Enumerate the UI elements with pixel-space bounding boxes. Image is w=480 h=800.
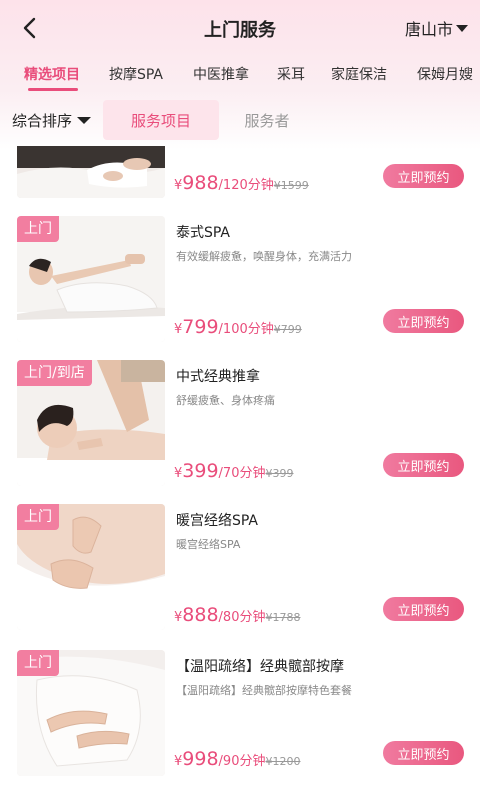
sort-dropdown[interactable]: 综合排序 bbox=[12, 110, 92, 131]
service-type-badge: 上门 bbox=[17, 650, 59, 676]
city-label: 唐山市 bbox=[404, 20, 453, 39]
currency-symbol: ¥ bbox=[174, 754, 183, 769]
price-row: ¥ 399 /70分钟 ¥399 bbox=[174, 460, 293, 482]
service-description: 舒缓疲惫、身体疼痛 bbox=[176, 394, 275, 407]
caret-down-icon bbox=[456, 24, 468, 32]
service-type-badge: 上门 bbox=[17, 504, 59, 530]
original-price: ¥799 bbox=[273, 323, 302, 336]
original-price: ¥1599 bbox=[273, 179, 309, 192]
service-name: 泰式SPA bbox=[176, 225, 231, 241]
book-now-button[interactable]: 立即预约 bbox=[383, 164, 464, 188]
service-image bbox=[17, 146, 165, 198]
service-name: 【温阳疏络】经典髋部按摩 bbox=[176, 659, 344, 675]
top-bar: 上门服务 唐山市 bbox=[0, 0, 480, 56]
price: 888 bbox=[182, 604, 219, 626]
price: 988 bbox=[182, 172, 219, 194]
service-card[interactable]: 上门 泰式SPA 有效缓解疲惫，唤醒身体，充满活力 ¥ 799 /100分钟 ¥… bbox=[0, 216, 480, 352]
segment-services[interactable]: 服务项目 bbox=[103, 100, 219, 140]
currency-symbol: ¥ bbox=[174, 610, 183, 625]
duration: /120分钟 bbox=[218, 178, 274, 193]
service-list: ¥ 988 /120分钟 ¥1599 立即预约 上门 泰式SPA 有效缓解疲惫，… bbox=[0, 146, 480, 800]
currency-symbol: ¥ bbox=[174, 178, 183, 193]
original-price: ¥1788 bbox=[265, 611, 301, 624]
service-description: 【温阳疏络】经典髋部按摩特色套餐 bbox=[176, 684, 352, 697]
tab-house-cleaning[interactable]: 家庭保洁 bbox=[331, 64, 387, 84]
city-selector[interactable]: 唐山市 bbox=[405, 16, 468, 40]
book-now-button[interactable]: 立即预约 bbox=[383, 597, 464, 621]
service-description: 暖宫经络SPA bbox=[176, 538, 241, 551]
original-price: ¥399 bbox=[265, 467, 294, 480]
service-description: 有效缓解疲惫，唤醒身体，充满活力 bbox=[176, 250, 352, 263]
service-name: 暖宫经络SPA bbox=[176, 513, 259, 529]
price-row: ¥ 988 /120分钟 ¥1599 bbox=[174, 172, 309, 194]
price: 399 bbox=[182, 460, 219, 482]
caret-down-icon bbox=[77, 117, 92, 124]
currency-symbol: ¥ bbox=[174, 322, 183, 337]
service-type-badge: 上门/到店 bbox=[17, 360, 92, 386]
book-now-button[interactable]: 立即预约 bbox=[383, 309, 464, 333]
tab-massage-spa[interactable]: 按摩SPA bbox=[109, 64, 163, 84]
back-button[interactable] bbox=[14, 12, 46, 44]
tab-chinese-massage[interactable]: 中医推拿 bbox=[193, 64, 249, 84]
sort-label: 综合排序 bbox=[12, 112, 73, 130]
tab-ear-cleaning[interactable]: 采耳 bbox=[277, 64, 305, 84]
price-row: ¥ 799 /100分钟 ¥799 bbox=[174, 316, 302, 338]
service-card[interactable]: 上门/到店 中式经典推拿 舒缓疲惫、身体疼痛 ¥ 399 /70分钟 ¥399 … bbox=[0, 360, 480, 496]
segment-providers[interactable]: 服务者 bbox=[232, 100, 302, 140]
service-card[interactable]: 上门 【温阳疏络】经典髋部按摩 【温阳疏络】经典髋部按摩特色套餐 ¥ 998 /… bbox=[0, 648, 480, 784]
service-image: 上门 bbox=[17, 650, 165, 776]
chevron-left-icon bbox=[23, 17, 36, 39]
service-image: 上门 bbox=[17, 504, 165, 630]
service-image: 上门/到店 bbox=[17, 360, 165, 486]
currency-symbol: ¥ bbox=[174, 466, 183, 481]
service-name: 中式经典推拿 bbox=[176, 369, 260, 385]
service-card[interactable]: 上门 暖宫经络SPA 暖宫经络SPA ¥ 888 /80分钟 ¥1788 立即预… bbox=[0, 504, 480, 640]
price: 998 bbox=[182, 748, 219, 770]
book-now-button[interactable]: 立即预约 bbox=[383, 741, 464, 765]
tab-featured[interactable]: 精选项目 bbox=[24, 64, 80, 84]
duration: /70分钟 bbox=[218, 466, 266, 481]
service-image: 上门 bbox=[17, 216, 165, 342]
price-row: ¥ 998 /90分钟 ¥1200 bbox=[174, 748, 300, 770]
price: 799 bbox=[182, 316, 219, 338]
duration: /100分钟 bbox=[218, 322, 274, 337]
service-card[interactable]: ¥ 988 /120分钟 ¥1599 立即预约 bbox=[0, 146, 480, 208]
service-type-badge: 上门 bbox=[17, 216, 59, 242]
duration: /80分钟 bbox=[218, 610, 266, 625]
price-row: ¥ 888 /80分钟 ¥1788 bbox=[174, 604, 300, 626]
book-now-button[interactable]: 立即预约 bbox=[383, 453, 464, 477]
duration: /90分钟 bbox=[218, 754, 266, 769]
original-price: ¥1200 bbox=[265, 755, 301, 768]
active-tab-indicator bbox=[28, 88, 78, 91]
tab-nanny[interactable]: 保姆月嫂 bbox=[417, 64, 473, 84]
